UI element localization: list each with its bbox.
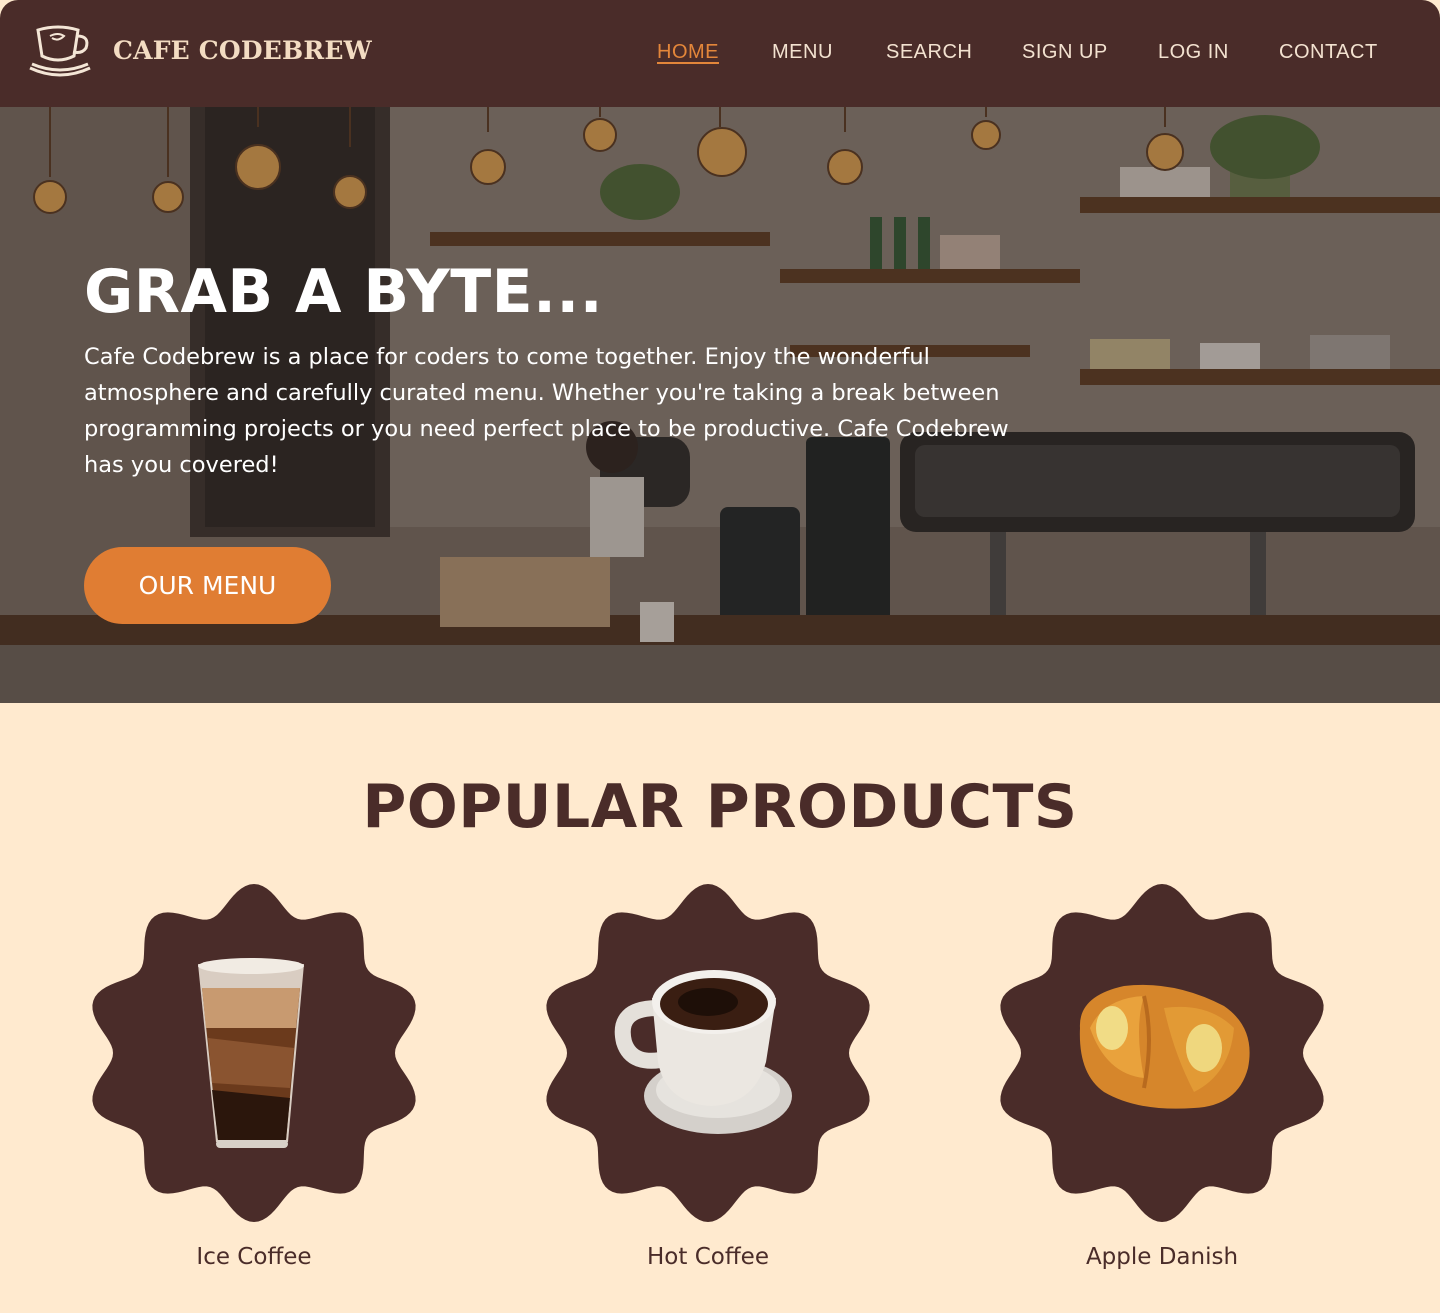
- hero-description: Cafe Codebrew is a place for coders to c…: [84, 344, 1009, 478]
- product-name: Hot Coffee: [647, 1244, 769, 1270]
- nav-link-contact[interactable]: CONTACT: [1279, 41, 1378, 64]
- nav-link-menu[interactable]: MENU: [772, 41, 833, 64]
- product-name: Apple Danish: [1085, 1244, 1239, 1270]
- nav-link-log-in[interactable]: LOG IN: [1158, 41, 1229, 64]
- product-card-ice-coffee[interactable]: Ice Coffee: [86, 878, 422, 1278]
- iced-coffee-image: [92, 884, 416, 1222]
- hot-coffee-image: [546, 884, 870, 1222]
- popular-products-title: POPULAR PRODUCTS: [362, 772, 1078, 842]
- nav-link-search[interactable]: SEARCH: [886, 41, 972, 64]
- product-card-hot-coffee[interactable]: Hot Coffee: [540, 878, 876, 1278]
- nav-link-home[interactable]: HOME: [657, 41, 719, 64]
- apple-danish-image: [1000, 884, 1324, 1222]
- product-card-apple-danish[interactable]: Apple Danish: [994, 878, 1330, 1278]
- nav-link-sign-up[interactable]: SIGN UP: [1022, 41, 1108, 64]
- hero-title: GRAB A BYTE...: [84, 257, 604, 327]
- coffee-cup-icon[interactable]: [28, 22, 94, 78]
- brand-name[interactable]: CAFE CODEBREW: [113, 36, 372, 65]
- product-name: Ice Coffee: [196, 1244, 312, 1270]
- our-menu-button[interactable]: OUR MENU: [84, 547, 331, 624]
- hero-section: GRAB A BYTE... Cafe Codebrew is a place …: [0, 107, 1440, 703]
- top-navbar: CAFE CODEBREW HOME MENU SEARCH SIGN UP L…: [0, 0, 1440, 107]
